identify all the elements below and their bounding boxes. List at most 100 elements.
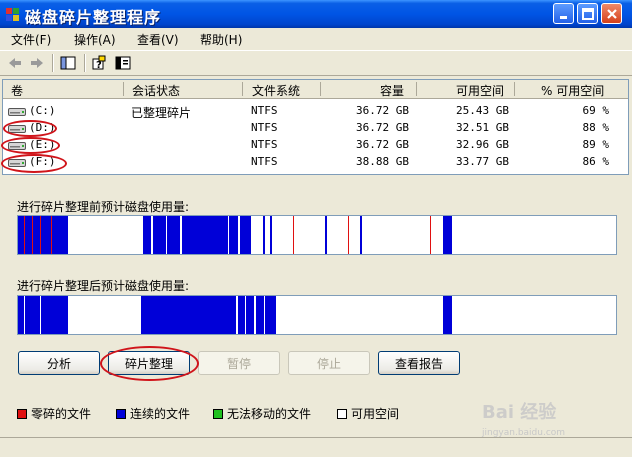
view-report-button[interactable]: 查看报告 xyxy=(378,351,460,375)
contiguous-files-strip xyxy=(270,216,272,254)
table-row[interactable]: (E:) NTFS 36.72 GB 32.96 GB 89 % xyxy=(3,137,628,154)
free-space-strip xyxy=(236,296,238,334)
contiguous-files-region xyxy=(18,296,68,334)
title-bar[interactable]: 磁盘碎片整理程序 xyxy=(0,0,632,28)
cell-capacity: 36.72 GB xyxy=(356,138,409,151)
defragment-button[interactable]: 碎片整理 xyxy=(108,351,190,375)
fragmented-swatch xyxy=(17,409,27,419)
menu-action[interactable]: 操作(A) xyxy=(74,31,116,48)
forward-arrow-icon[interactable] xyxy=(29,55,45,71)
contiguous-swatch xyxy=(116,409,126,419)
contiguous-files-region xyxy=(141,296,231,334)
legend-free-space: 可用空间 xyxy=(337,405,399,422)
free-space-strip xyxy=(40,296,41,334)
fragmented-files-strip xyxy=(293,216,294,254)
legend-label: 零碎的文件 xyxy=(31,407,92,421)
stop-button[interactable]: 停止 xyxy=(288,351,370,375)
header-session-status[interactable]: 会话状态 xyxy=(132,82,180,99)
header-file-system[interactable]: 文件系统 xyxy=(252,82,300,99)
cell-percent-free: 69 % xyxy=(582,104,610,117)
contiguous-files-region xyxy=(18,216,68,254)
legend-label: 连续的文件 xyxy=(130,407,191,421)
cell-percent-free: 88 % xyxy=(582,121,610,134)
cell-volume: (C:) xyxy=(29,104,56,117)
toolbar-separator xyxy=(84,54,86,72)
minimize-icon xyxy=(560,16,567,19)
contiguous-files-region xyxy=(443,296,452,334)
menu-bar: 文件(F) 操作(A) 查看(V) 帮助(H) xyxy=(0,28,632,50)
pause-button[interactable]: 暂停 xyxy=(198,351,280,375)
help-icon[interactable]: ? xyxy=(91,55,107,71)
cell-free-space: 32.96 GB xyxy=(456,138,509,151)
table-row[interactable]: (C:) 已整理碎片 NTFS 36.72 GB 25.43 GB 69 % xyxy=(3,103,628,120)
header-capacity[interactable]: 容量 xyxy=(380,82,404,99)
contiguous-files-region xyxy=(143,216,251,254)
back-arrow-icon[interactable] xyxy=(7,55,23,71)
free-space-strip xyxy=(238,216,240,254)
free-space-strip xyxy=(180,216,182,254)
watermark-logo: Bai 经验 xyxy=(482,402,557,423)
cell-capacity: 38.88 GB xyxy=(356,155,409,168)
maximize-button[interactable] xyxy=(577,3,598,24)
fragmented-files-strip xyxy=(51,216,52,254)
before-defrag-usage-bar xyxy=(17,215,617,255)
header-volume[interactable]: 卷 xyxy=(11,82,23,99)
free-space-strip xyxy=(228,216,229,254)
close-button[interactable] xyxy=(601,3,622,24)
menu-view[interactable]: 查看(V) xyxy=(137,31,179,48)
fragmented-files-strip xyxy=(40,216,41,254)
contiguous-files-region xyxy=(443,216,452,254)
table-row[interactable]: (F:) NTFS 38.88 GB 33.77 GB 86 % xyxy=(3,154,628,171)
cell-capacity: 36.72 GB xyxy=(356,104,409,117)
status-bar xyxy=(0,437,632,457)
cell-free-space: 25.43 GB xyxy=(456,104,509,117)
after-usage-map xyxy=(18,296,452,334)
cell-capacity: 36.72 GB xyxy=(356,121,409,134)
contiguous-files-strip xyxy=(325,216,327,254)
fragmented-files-strip xyxy=(348,216,349,254)
fragmented-files-strip xyxy=(32,216,33,254)
hard-drive-icon xyxy=(8,108,26,116)
after-defrag-usage-bar xyxy=(17,295,617,335)
list-header: 卷 会话状态 文件系统 容量 可用空间 % 可用空间 xyxy=(3,80,628,99)
watermark-url: jingyan.baidu.com xyxy=(482,428,566,438)
contiguous-files-strip xyxy=(263,216,265,254)
before-usage-map xyxy=(18,216,452,254)
column-divider[interactable] xyxy=(123,82,124,96)
column-divider[interactable] xyxy=(514,82,515,96)
hard-drive-icon xyxy=(8,125,26,133)
show-hide-console-tree-icon[interactable] xyxy=(60,55,76,71)
cell-free-space: 33.77 GB xyxy=(456,155,509,168)
svg-text:?: ? xyxy=(96,60,102,71)
header-percent-free[interactable]: % 可用空间 xyxy=(541,82,604,99)
toolbar-separator xyxy=(52,54,54,72)
column-divider[interactable] xyxy=(242,82,243,96)
free-space-strip xyxy=(254,296,256,334)
header-free-space[interactable]: 可用空间 xyxy=(456,82,504,99)
fragmented-files-strip xyxy=(24,216,25,254)
menu-help[interactable]: 帮助(H) xyxy=(200,31,242,48)
maximize-icon xyxy=(582,8,594,20)
properties-icon[interactable] xyxy=(115,55,131,71)
defrag-window: 磁盘碎片整理程序 文件(F) 操作(A) 查看(V) 帮助(H) ? 卷 会话状… xyxy=(0,0,632,457)
analyze-button[interactable]: 分析 xyxy=(18,351,100,375)
legend-unmovable: 无法移动的文件 xyxy=(213,405,311,422)
cell-session-status: 已整理碎片 xyxy=(131,106,192,120)
free-space-strip xyxy=(24,296,25,334)
before-defrag-label: 进行碎片整理前预计磁盘使用量: xyxy=(17,200,190,214)
contiguous-files-strip xyxy=(360,216,362,254)
table-row[interactable]: (D:) NTFS 36.72 GB 32.51 GB 88 % xyxy=(3,120,628,137)
legend-contiguous: 连续的文件 xyxy=(116,405,190,422)
cell-file-system: NTFS xyxy=(251,121,278,134)
column-divider[interactable] xyxy=(320,82,321,96)
cell-file-system: NTFS xyxy=(251,104,278,117)
cell-volume: (F:) xyxy=(29,155,56,168)
legend-label: 可用空间 xyxy=(351,407,400,421)
cell-file-system: NTFS xyxy=(251,138,278,151)
free-space-strip xyxy=(166,216,167,254)
minimize-button[interactable] xyxy=(553,3,574,24)
column-divider[interactable] xyxy=(416,82,417,96)
free-space-swatch xyxy=(337,409,347,419)
menu-file[interactable]: 文件(F) xyxy=(11,31,51,48)
fragmented-files-strip xyxy=(430,216,431,254)
